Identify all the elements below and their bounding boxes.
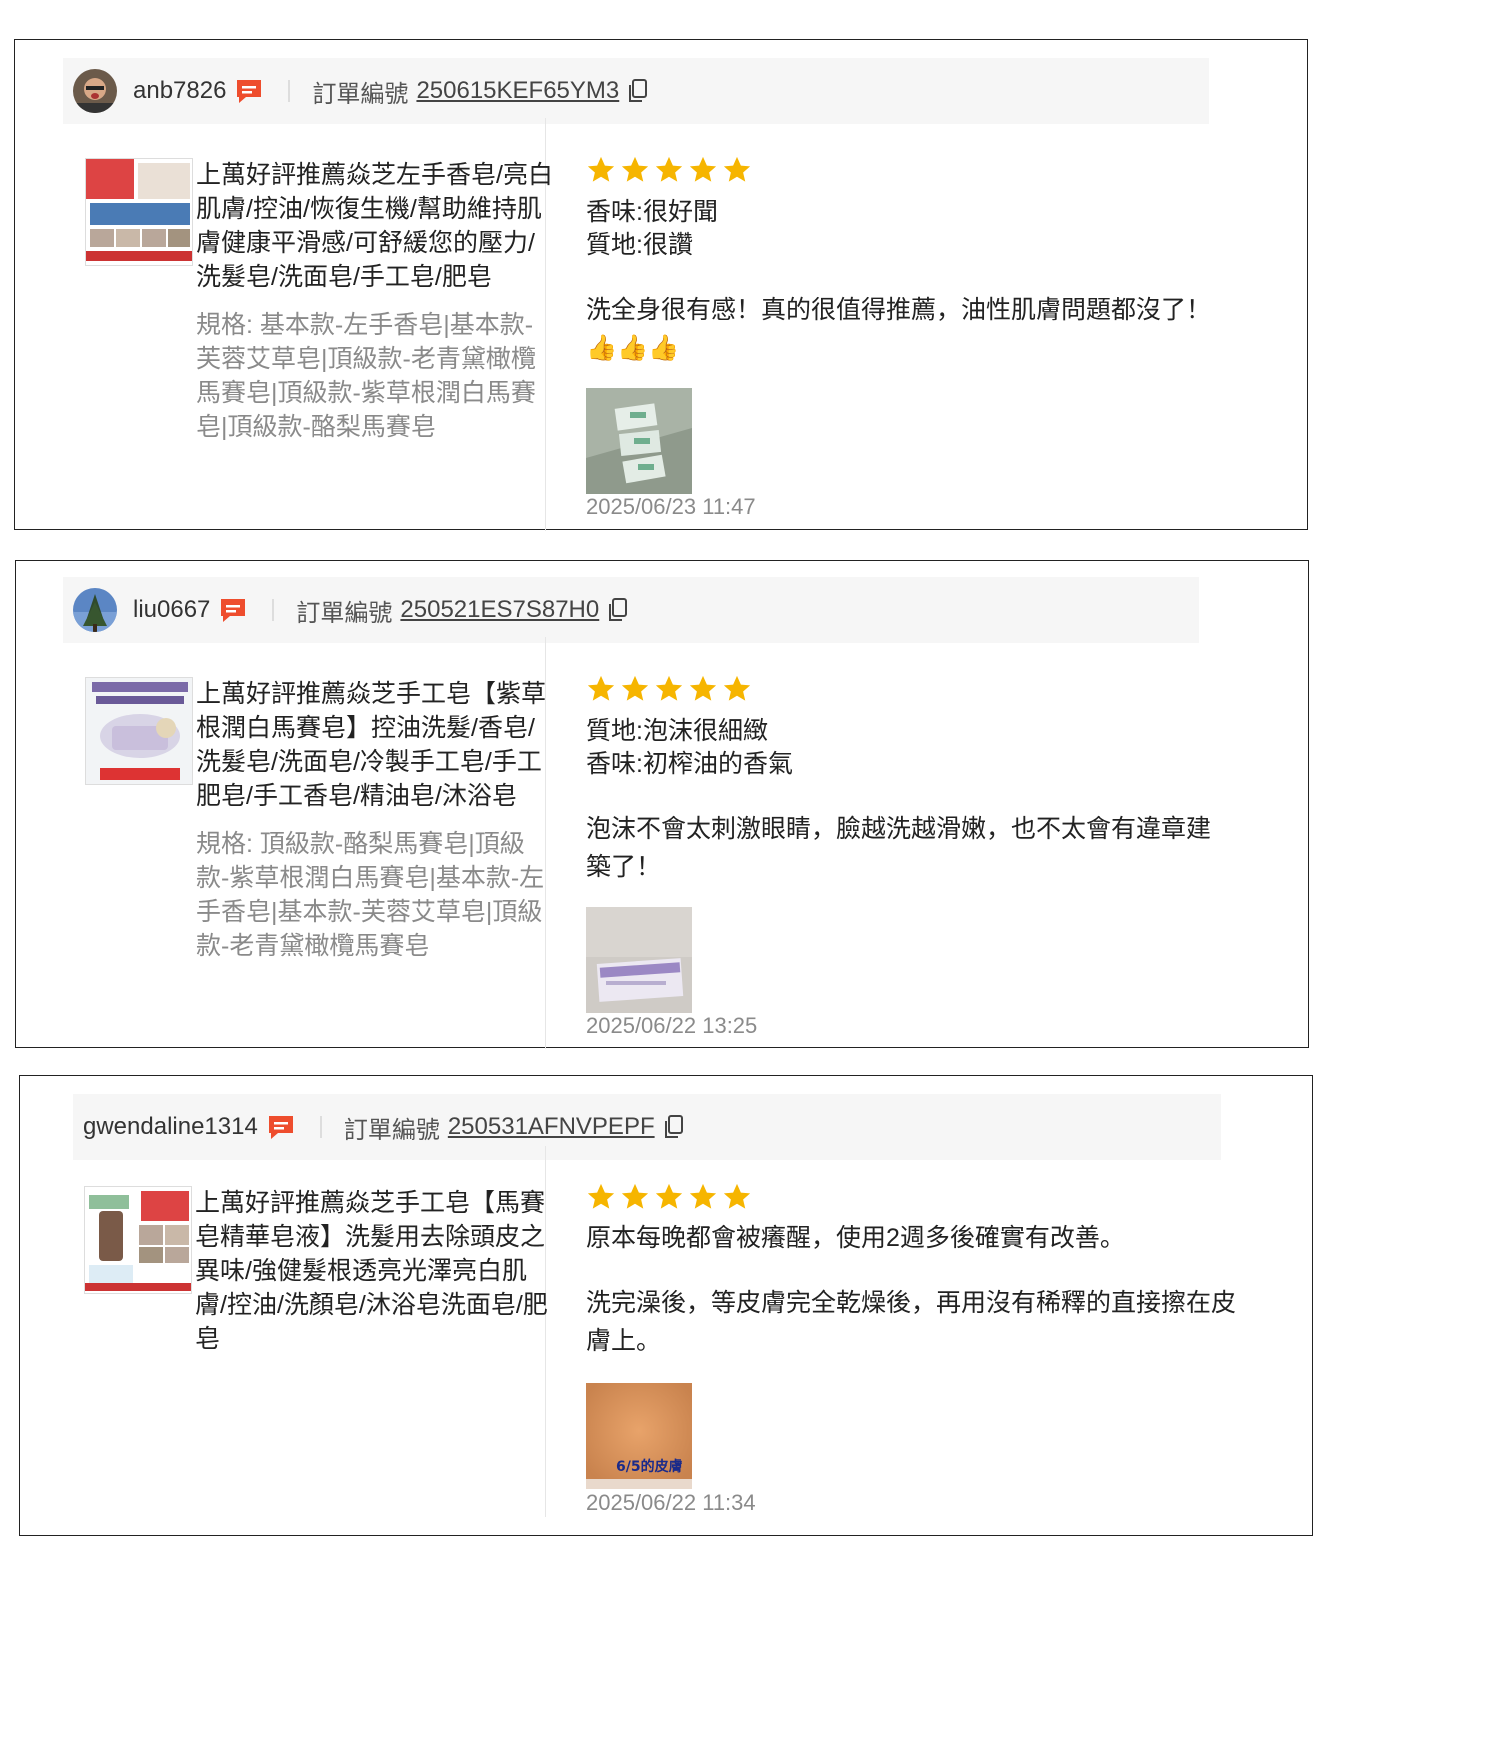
- star-icon: [587, 156, 615, 182]
- copy-icon[interactable]: [663, 1114, 685, 1140]
- star-icon: [689, 156, 717, 182]
- product-title[interactable]: 上萬好評推薦焱芝手工皂【紫草根潤白馬賽皂】控油洗髮/香皂/洗髮皂/洗面皂/冷製手…: [196, 677, 556, 813]
- username[interactable]: liu0667: [133, 596, 210, 624]
- star-icon: [689, 675, 717, 701]
- order-number-link[interactable]: 250615KEF65YM3: [416, 77, 619, 105]
- review-date: 2025/06/23 11:47: [586, 494, 756, 519]
- order-number-label: 訂單編號: [296, 599, 393, 627]
- star-icon: [723, 675, 751, 701]
- star-icon: [621, 1183, 649, 1209]
- star-icon: [655, 156, 683, 182]
- product-spec: 規格: 頂級款-酪梨馬賽皂|頂級款-紫草根潤白馬賽皂|基本款-左手香皂|基本款-…: [196, 830, 545, 960]
- chat-icon[interactable]: [266, 1112, 296, 1142]
- review-header: liu0667 訂單編號 250521ES7S87H0: [63, 577, 1199, 643]
- copy-icon[interactable]: [607, 597, 629, 623]
- order-number-link[interactable]: 250531AFNVPEPF: [448, 1113, 655, 1141]
- product-spec: 規格: 基本款-左手香皂|基本款-芙蓉艾草皂|頂級款-老青黛橄欖馬賽皂|頂級款-…: [196, 311, 536, 441]
- chat-icon[interactable]: [218, 595, 248, 625]
- star-rating: [586, 155, 752, 185]
- user-avatar[interactable]: [73, 588, 117, 632]
- order-number-label: 訂單編號: [343, 1116, 440, 1144]
- review-date: 2025/06/22 13:25: [586, 1013, 758, 1038]
- product-thumbnail[interactable]: [85, 677, 193, 785]
- photo-caption: 6/5的皮膚: [616, 1458, 683, 1475]
- star-icon: [587, 1183, 615, 1209]
- star-icon: [723, 156, 751, 182]
- review-card: liu0667 訂單編號 250521ES7S87H0 上萬好評推薦焱芝手工皂【…: [15, 560, 1309, 1049]
- review-comment: 泡沫不會太刺激眼睛，臉越洗越滑嫩，也不太會有違章建築了！: [586, 815, 1212, 881]
- review-attribute: 質地:泡沫很細緻: [586, 717, 768, 745]
- username[interactable]: gwendaline1314: [83, 1113, 258, 1141]
- product-thumbnail[interactable]: [84, 1186, 192, 1294]
- star-icon: [655, 675, 683, 701]
- review-header: anb7826 訂單編號 250615KEF65YM3: [63, 58, 1209, 124]
- star-icon: [689, 1183, 717, 1209]
- divider: [272, 599, 275, 621]
- chat-icon[interactable]: [234, 76, 264, 106]
- review-comment: 洗全身很有感！真的很值得推薦，油性肌膚問題都沒了！👍👍👍: [586, 296, 1212, 362]
- order-number-label: 訂單編號: [312, 80, 409, 108]
- product-title[interactable]: 上萬好評推薦焱芝左手香皂/亮白肌膚/控油/恢復生機/幫助維持肌膚健康平滑感/可舒…: [196, 158, 556, 294]
- review-photo[interactable]: 6/5的皮膚: [586, 1383, 692, 1489]
- review-card: gwendaline1314 訂單編號 250531AFNVPEPF 上萬好評推…: [19, 1075, 1313, 1536]
- product-title[interactable]: 上萬好評推薦焱芝手工皂【馬賽皂精華皂液】洗髮用去除頭皮之異味/強健髮根透亮光澤亮…: [195, 1186, 555, 1356]
- review-photo[interactable]: [586, 388, 692, 494]
- review-attribute: 原本每晚都會被癢醒，使用2週多後確實有改善。: [586, 1224, 1125, 1252]
- review-card: anb7826 訂單編號 250615KEF65YM3 上萬好評推薦焱芝左手香皂…: [14, 39, 1308, 531]
- product-thumbnail[interactable]: [85, 158, 193, 266]
- star-icon: [655, 1183, 683, 1209]
- review-attribute: 質地:很讚: [586, 231, 693, 259]
- star-rating: [586, 1182, 752, 1212]
- review-comment: 洗完澡後，等皮膚完全乾燥後，再用沒有稀釋的直接擦在皮膚上。: [586, 1289, 1237, 1355]
- review-attribute: 香味:初榨油的香氣: [586, 750, 793, 778]
- divider: [319, 1116, 322, 1138]
- star-icon: [621, 675, 649, 701]
- review-attribute: 香味:很好聞: [586, 198, 718, 226]
- star-icon: [587, 675, 615, 701]
- star-icon: [723, 1183, 751, 1209]
- star-icon: [621, 156, 649, 182]
- copy-icon[interactable]: [627, 78, 649, 104]
- review-photo[interactable]: [586, 907, 692, 1013]
- order-number-link[interactable]: 250521ES7S87H0: [400, 596, 599, 624]
- user-avatar[interactable]: [73, 69, 117, 113]
- review-date: 2025/06/22 11:34: [586, 1490, 756, 1515]
- review-header: gwendaline1314 訂單編號 250531AFNVPEPF: [73, 1094, 1221, 1160]
- star-rating: [586, 674, 752, 704]
- divider: [288, 80, 291, 102]
- username[interactable]: anb7826: [133, 77, 226, 105]
